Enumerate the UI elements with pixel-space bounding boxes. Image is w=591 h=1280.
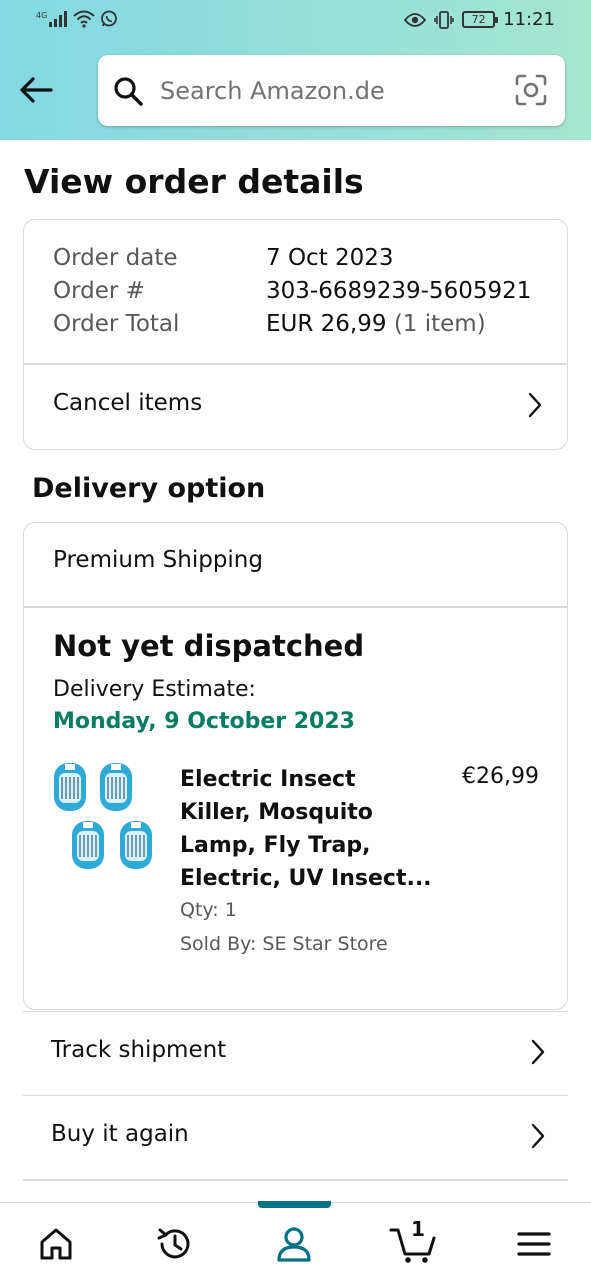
product-title-line: Lamp, Fly Trap,: [180, 833, 371, 858]
clock: 11:21: [503, 9, 555, 30]
whatsapp-icon: [101, 10, 118, 27]
divider: [23, 1179, 568, 1181]
order-number-label: Order #: [53, 278, 145, 304]
search-bar[interactable]: [98, 55, 565, 126]
chevron-right-icon: [528, 392, 542, 418]
camera-icon[interactable]: [515, 74, 547, 106]
account-icon: [277, 1227, 311, 1262]
nav-menu[interactable]: [509, 1221, 559, 1267]
delivery-estimate-date: Monday, 9 October 2023: [53, 709, 355, 734]
cancel-items-label: Cancel items: [53, 390, 203, 416]
order-item-count: (1 item): [393, 311, 486, 337]
product-title-line: Electric, UV Insect...: [180, 866, 432, 891]
nav-account[interactable]: [269, 1221, 319, 1267]
signal-icon: [49, 11, 68, 27]
shipment-status: Not yet dispatched: [53, 629, 365, 663]
cancel-items-button[interactable]: Cancel items: [24, 365, 567, 449]
menu-icon: [517, 1232, 551, 1256]
order-date-value: 7 Oct 2023: [266, 245, 394, 271]
home-icon: [40, 1228, 72, 1260]
product-price: €26,99: [462, 764, 539, 789]
product-title-line: Killer, Mosquito: [180, 800, 373, 825]
eye-icon: [404, 12, 427, 27]
cart-icon: [389, 1228, 436, 1263]
order-number-value: 303-6689239-5605921: [266, 278, 532, 304]
status-left: 4G: [36, 10, 118, 28]
product-image[interactable]: [50, 759, 160, 875]
back-arrow-icon: [20, 77, 53, 103]
insect-lamp-4: [120, 821, 152, 869]
shipping-method: Premium Shipping: [53, 547, 263, 573]
product-title[interactable]: Electric Insect Killer, Mosquito Lamp, F…: [180, 763, 440, 895]
vibrate-icon: [434, 10, 454, 29]
order-date-label: Order date: [53, 245, 178, 271]
order-total-value: EUR 26,99: [266, 311, 387, 337]
bottom-nav: 1: [0, 1201, 591, 1280]
delivery-card: Premium Shipping Not yet dispatched Deli…: [23, 522, 568, 1010]
insect-lamp-1: [54, 763, 86, 811]
status-bar: 4G 72 11:21: [0, 0, 591, 42]
divider: [24, 606, 567, 608]
back-button[interactable]: [14, 70, 58, 110]
product-seller: Sold By: SE Star Store: [180, 933, 388, 955]
network-type: 4G: [36, 10, 48, 20]
wifi-icon: [73, 10, 95, 28]
nav-history[interactable]: [150, 1221, 200, 1267]
order-total-value-group: EUR 26,99 (1 item): [266, 311, 486, 337]
history-icon: [157, 1228, 190, 1259]
product-quantity: Qty: 1: [180, 899, 237, 921]
battery-indicator: 72: [462, 11, 499, 28]
buy-again-button[interactable]: Buy it again: [23, 1095, 568, 1179]
header: 4G 72 11:21 Search Amazon.de: [0, 0, 591, 140]
delivery-estimate-label: Delivery Estimate:: [53, 677, 256, 702]
insect-lamp-3: [72, 821, 104, 869]
order-total-label: Order Total: [53, 311, 180, 337]
buy-again-label: Buy it again: [51, 1121, 189, 1147]
track-shipment-button[interactable]: Track shipment: [23, 1011, 568, 1095]
track-shipment-label: Track shipment: [51, 1037, 227, 1063]
nav-home[interactable]: [31, 1221, 81, 1267]
product-title-line: Electric Insect: [180, 767, 356, 792]
order-summary-card: Order date 7 Oct 2023 Order # 303-668923…: [23, 219, 568, 450]
chevron-right-icon: [531, 1123, 545, 1149]
delivery-section-title: Delivery option: [32, 473, 266, 504]
insect-lamp-2: [100, 763, 132, 811]
status-right: 72 11:21: [404, 9, 555, 30]
search-icon: [114, 77, 143, 106]
search-input[interactable]: [160, 55, 500, 126]
active-tab-indicator: [258, 1201, 331, 1208]
chevron-right-icon: [531, 1039, 545, 1065]
page-title: View order details: [24, 162, 364, 201]
nav-cart[interactable]: [388, 1221, 438, 1267]
